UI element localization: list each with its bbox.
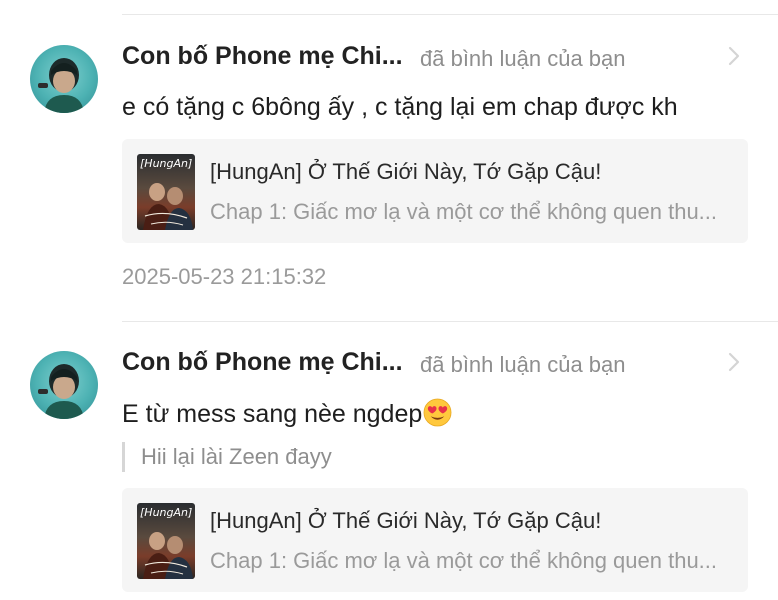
comic-title: [HungAn] Ở Thế Giới Này, Tớ Gặp Cậu! xyxy=(210,159,602,184)
comic-cover-thumbnail: [HungAn] xyxy=(137,154,195,230)
action-text: đã bình luận của bạn xyxy=(420,46,626,71)
comment-text-row: E từ mess sang nèe ngdep xyxy=(122,398,452,429)
avatar[interactable] xyxy=(30,351,98,419)
action-text: đã bình luận của bạn xyxy=(420,352,626,377)
divider-top xyxy=(122,14,778,15)
user-avatar-image xyxy=(38,364,84,419)
thumb-title-text: [HungAn] xyxy=(140,506,192,519)
comment-text: e có tặng c 6bông ấy , c tặng lại em cha… xyxy=(122,93,678,121)
timestamp: 2025-05-23 21:15:32 xyxy=(122,264,327,289)
chevron-right-icon[interactable] xyxy=(724,351,744,373)
divider-middle xyxy=(122,321,778,322)
avatar[interactable] xyxy=(30,45,98,113)
user-name[interactable]: Con bố Phone mẹ Chi... xyxy=(122,348,403,377)
chapter-card[interactable]: [HungAn] [HungAn] Ở Thế Giới Này, Tớ Gặp… xyxy=(122,139,748,243)
comic-cover-thumbnail: [HungAn] xyxy=(137,503,195,579)
chapter-card[interactable]: [HungAn] [HungAn] Ở Thế Giới Này, Tớ Gặp… xyxy=(122,488,748,592)
user-avatar-image xyxy=(38,58,84,113)
comic-title: [HungAn] Ở Thế Giới Này, Tớ Gặp Cậu! xyxy=(210,508,602,533)
chevron-right-icon[interactable] xyxy=(724,45,744,67)
chapter-subtitle: Chap 1: Giấc mơ lạ và một cơ thể không q… xyxy=(210,548,718,573)
quoted-comment: Hii lại lài Zeen đayy xyxy=(122,442,332,472)
user-name[interactable]: Con bố Phone mẹ Chi... xyxy=(122,42,403,71)
comment-text: E từ mess sang nèe ngdep xyxy=(122,400,423,428)
thumb-title-text: [HungAn] xyxy=(140,157,192,170)
heart-eyes-emoji xyxy=(423,398,452,427)
chapter-subtitle: Chap 1: Giấc mơ lạ và một cơ thể không q… xyxy=(210,199,718,224)
